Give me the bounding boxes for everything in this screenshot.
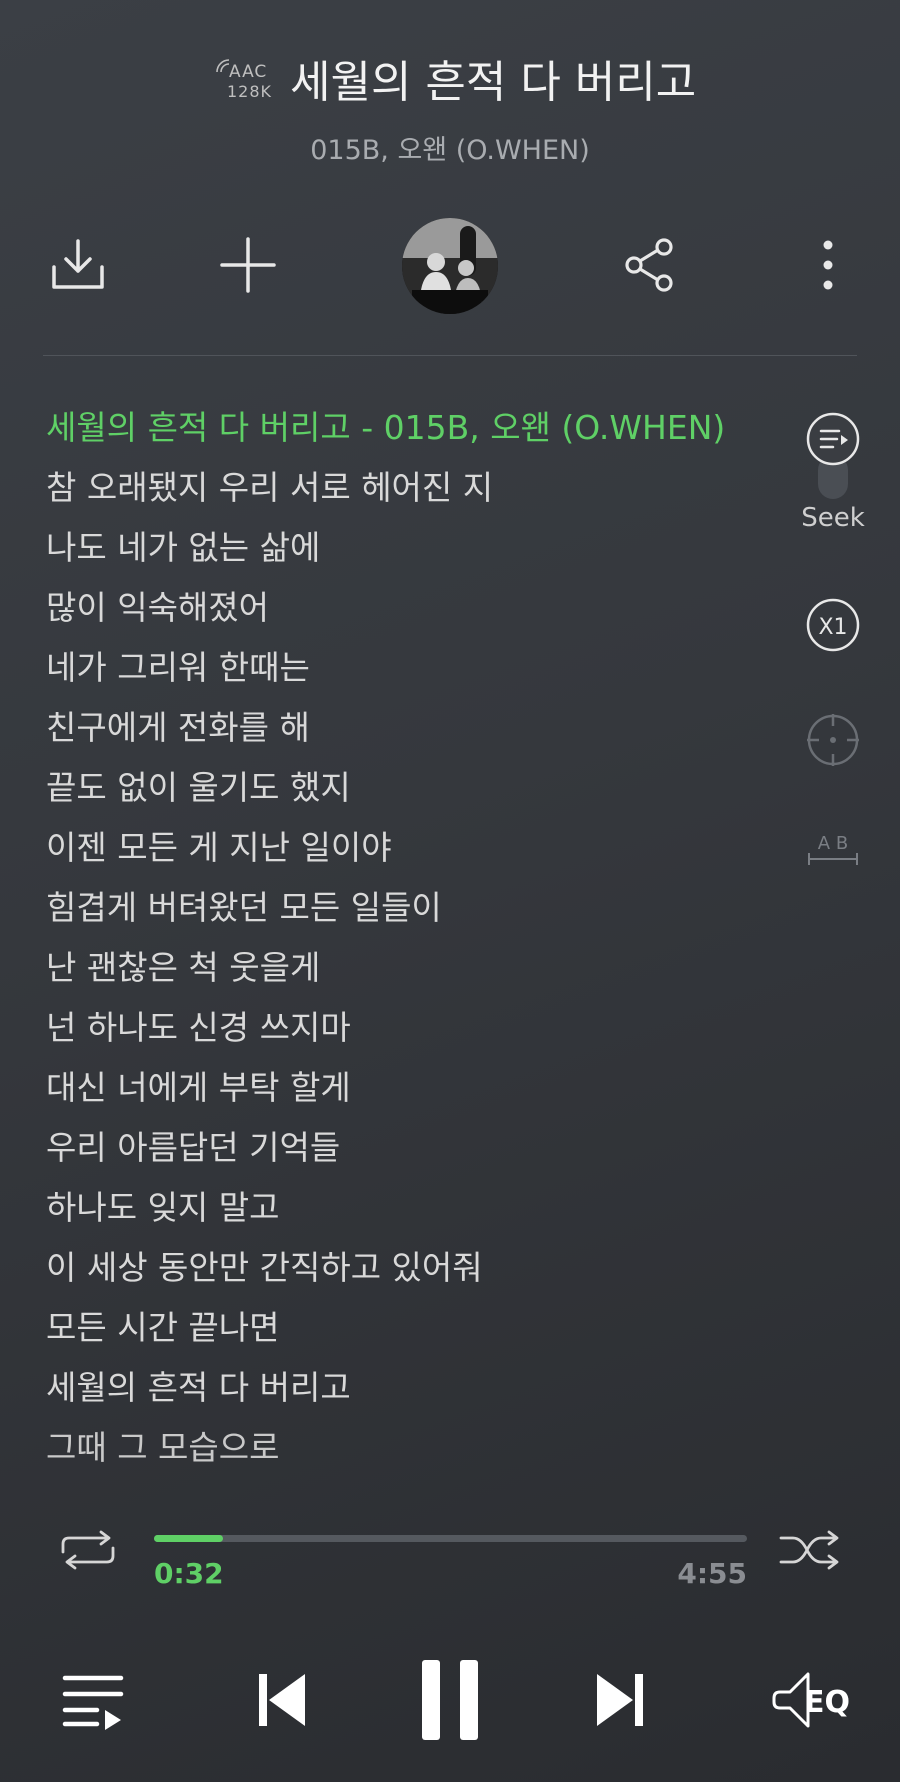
lyric-line-current[interactable]: 세월의 흔적 다 버리고 - 015B, 오왠 (O.WHEN) xyxy=(46,402,766,462)
share-icon xyxy=(625,238,673,292)
current-time: 0:32 xyxy=(154,1557,224,1590)
shuffle-icon xyxy=(779,1530,839,1570)
ab-label: A B xyxy=(818,833,848,854)
album-art[interactable] xyxy=(402,218,498,314)
speed-label: X1 xyxy=(818,615,847,640)
total-time: 4:55 xyxy=(677,1557,747,1590)
codec-badge: AAC 128K xyxy=(215,58,275,104)
plus-icon xyxy=(220,237,276,293)
lyric-line[interactable]: 이 세상 동안만 간직하고 있어줘 xyxy=(46,1242,766,1302)
album-photo xyxy=(402,218,498,314)
lyric-line[interactable]: 참 오래됐지 우리 서로 헤어진 지 xyxy=(46,462,766,522)
next-icon xyxy=(597,1674,643,1726)
progress-bar[interactable] xyxy=(154,1535,747,1542)
download-icon xyxy=(52,239,104,289)
playlist-icon xyxy=(62,1675,124,1730)
shuffle-button[interactable] xyxy=(778,1527,844,1573)
lyric-line[interactable]: 우리 아름답던 기억들 xyxy=(46,1122,766,1182)
eq-speaker-icon: EQ xyxy=(772,1672,850,1728)
lyric-line[interactable]: 하나도 잊지 말고 xyxy=(46,1182,766,1242)
ab-repeat-button[interactable]: A B xyxy=(805,826,861,876)
lyric-line[interactable]: 이젠 모든 게 지난 일이야 xyxy=(46,822,766,882)
pause-icon xyxy=(422,1660,478,1740)
codec-bitrate: 128K xyxy=(227,82,273,101)
lyric-line[interactable]: 네가 그리워 한때는 xyxy=(46,642,766,702)
lyric-line[interactable]: 그때 그 모습으로 xyxy=(46,1422,766,1482)
pause-button[interactable] xyxy=(418,1655,482,1745)
add-to-playlist-button[interactable] xyxy=(208,225,288,305)
header-divider xyxy=(43,355,857,356)
lyrics-seek-icon xyxy=(806,412,860,466)
more-button[interactable] xyxy=(788,225,868,305)
lyric-line[interactable]: 난 괜찮은 척 웃을게 xyxy=(46,942,766,1002)
lyric-line[interactable]: 나도 네가 없는 삶에 xyxy=(46,522,766,582)
lyric-line[interactable]: 모든 시간 끝나면 xyxy=(46,1302,766,1362)
target-icon xyxy=(807,714,859,766)
more-icon xyxy=(823,240,833,290)
lyric-line[interactable]: 힘겹게 버텨왔던 모든 일들이 xyxy=(46,882,766,942)
eq-label: EQ xyxy=(804,1685,850,1720)
next-button[interactable] xyxy=(590,1655,650,1745)
lyric-line[interactable]: 많이 익숙해졌어 xyxy=(46,582,766,642)
artist-name[interactable]: 015B, 오왠 (O.WHEN) xyxy=(0,128,900,167)
seek-label: Seek xyxy=(801,503,865,533)
speed-icon: X1 xyxy=(806,598,860,652)
lyric-line[interactable]: 세월의 흔적 다 버리고 xyxy=(46,1362,766,1422)
previous-icon xyxy=(259,1674,305,1726)
lyric-line[interactable]: 친구에게 전화를 해 xyxy=(46,702,766,762)
locate-current-lyric-button[interactable] xyxy=(805,712,861,768)
progress-fill xyxy=(154,1535,223,1542)
lyrics-panel[interactable]: 세월의 흔적 다 버리고 - 015B, 오왠 (O.WHEN) 참 오래됐지 … xyxy=(46,402,766,1482)
repeat-icon xyxy=(61,1530,115,1570)
ab-repeat-icon: A B xyxy=(808,833,858,865)
equalizer-button[interactable]: EQ xyxy=(770,1655,860,1745)
lyric-line[interactable]: 대신 너에게 부탁 할게 xyxy=(46,1062,766,1122)
seek-mode-button[interactable] xyxy=(805,411,861,467)
lyric-line[interactable]: 끝도 없이 울기도 했지 xyxy=(46,762,766,822)
previous-button[interactable] xyxy=(252,1655,312,1745)
repeat-button[interactable] xyxy=(56,1527,120,1573)
codec-format: AAC xyxy=(229,62,268,82)
share-button[interactable] xyxy=(610,225,690,305)
song-title: 세월의 흔적 다 버리고 xyxy=(290,57,697,108)
download-button[interactable] xyxy=(38,225,118,305)
playlist-button[interactable] xyxy=(58,1655,130,1745)
lyric-line[interactable]: 넌 하나도 신경 쓰지마 xyxy=(46,1002,766,1062)
speed-button[interactable]: X1 xyxy=(805,597,861,653)
